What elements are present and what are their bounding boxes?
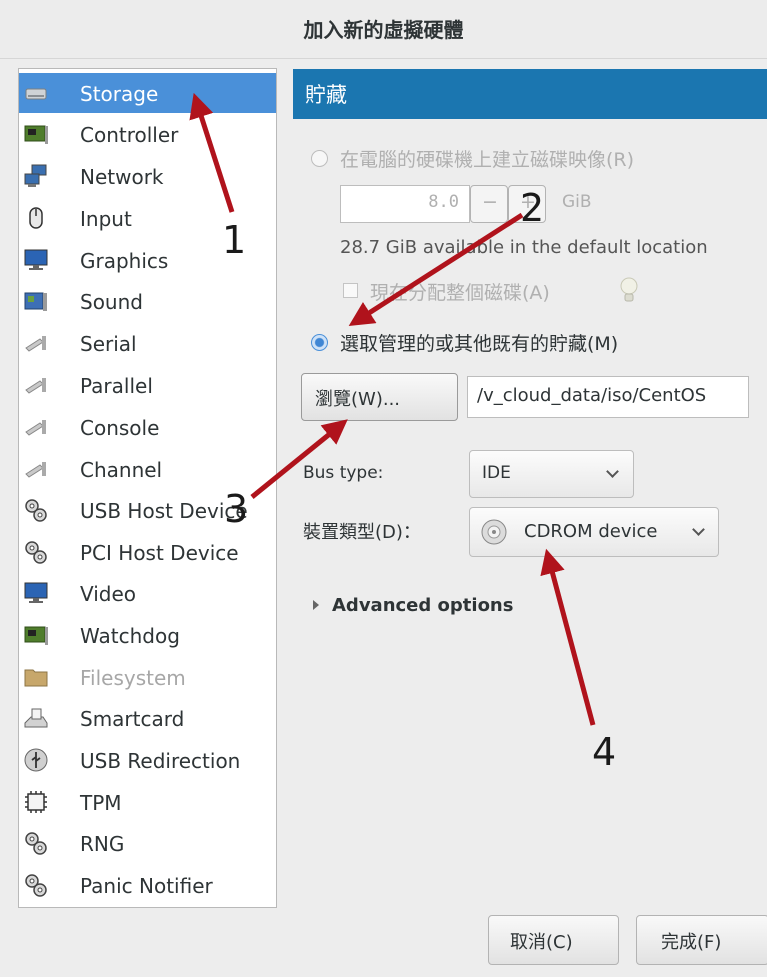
gears-icon [25, 874, 47, 897]
sidebar-item-label: Watchdog [80, 624, 180, 648]
console-plug-icon [25, 420, 46, 436]
controller-card-icon [24, 125, 48, 144]
sidebar-item-label: Serial [80, 332, 137, 356]
sidebar-item-label: USB Host Device [80, 499, 248, 523]
annotation-number-3: 3 [224, 487, 249, 531]
bus-type-select[interactable]: IDE [469, 450, 634, 498]
allocate-label: 現在分配整個磁碟(A) [370, 282, 550, 304]
sidebar-item-sound[interactable]: Sound [19, 281, 276, 321]
channel-plug-icon [25, 462, 46, 478]
usb-icon [24, 748, 48, 772]
available-space-text: 28.7 GiB available in the default locati… [340, 237, 708, 258]
section-title: 貯藏 [305, 83, 347, 107]
disk-size-unit: GiB [562, 192, 592, 212]
monitor-icon [24, 249, 48, 270]
decrease-size-button[interactable]: − [470, 185, 508, 223]
sidebar-item-channel[interactable]: Channel [19, 449, 276, 489]
lightbulb-icon [620, 277, 638, 302]
select-storage-label: 選取管理的或其他既有的貯藏(M) [340, 333, 619, 355]
sidebar-item-parallel[interactable]: Parallel [19, 365, 276, 405]
sound-card-icon [24, 292, 47, 311]
sidebar-item-panic-notifier[interactable]: Panic Notifier [19, 865, 276, 905]
cancel-label: 取消(C) [510, 932, 573, 953]
gears-icon [25, 499, 47, 522]
annotation-number-2: 2 [520, 186, 545, 230]
advanced-options-expander[interactable]: Advanced options [332, 595, 513, 616]
sidebar-item-tpm[interactable]: TPM [19, 782, 276, 822]
storage-path-input[interactable]: /v_cloud_data/iso/CentOS [467, 376, 749, 418]
hard-disk-icon [25, 88, 47, 100]
sidebar-item-label: Input [80, 207, 132, 231]
sidebar-item-usb-redirection[interactable]: USB Redirection [19, 740, 276, 780]
sidebar-item-label: USB Redirection [80, 749, 241, 773]
bus-type-label: Bus type: [303, 463, 384, 483]
sidebar-item-label: Storage [80, 82, 159, 106]
window-title: 加入新的虛擬硬體 [303, 18, 464, 42]
sidebar-item-filesystem[interactable]: Filesystem [19, 657, 276, 697]
sidebar-item-serial[interactable]: Serial [19, 323, 276, 363]
finish-label: 完成(F) [661, 932, 722, 953]
gears-icon [25, 541, 47, 564]
finish-button[interactable]: 完成(F) [636, 915, 767, 965]
chip-icon [25, 791, 47, 813]
annotation-number-4: 4 [592, 730, 617, 774]
sidebar-item-label: Sound [80, 290, 143, 314]
folder-icon [24, 669, 48, 687]
network-computers-icon [24, 164, 47, 187]
disk-size-value: 8.0 [428, 192, 459, 212]
controller-card-icon [24, 626, 48, 645]
title-bar: 加入新的虛擬硬體 [0, 0, 767, 59]
sidebar-item-label: Channel [80, 458, 163, 482]
gears-icon [25, 832, 47, 855]
sidebar-item-storage[interactable]: Storage [19, 73, 276, 113]
minus-icon: − [482, 191, 498, 213]
allocate-checkbox[interactable] [343, 283, 358, 298]
cancel-button[interactable]: 取消(C) [488, 915, 619, 965]
sidebar-item-label: Parallel [80, 374, 153, 398]
device-type-value: CDROM device [524, 521, 658, 542]
device-type-select[interactable]: CDROM device [469, 507, 719, 557]
sidebar-item-rng[interactable]: RNG [19, 823, 276, 863]
sidebar-item-label: Filesystem [80, 666, 186, 690]
sidebar-item-label: PCI Host Device [80, 541, 239, 565]
sidebar-item-label: Controller [80, 123, 179, 147]
storage-path-value: /v_cloud_data/iso/CentOS [477, 385, 707, 406]
chevron-down-icon [606, 465, 619, 478]
parallel-plug-icon [25, 378, 46, 394]
monitor-icon [24, 582, 48, 603]
chevron-down-icon [692, 523, 705, 536]
disk-size-input[interactable]: 8.0 [340, 185, 470, 223]
sidebar-item-controller[interactable]: Controller [19, 114, 276, 154]
sidebar-item-console[interactable]: Console [19, 407, 276, 447]
sidebar-item-label: Video [80, 582, 137, 606]
browse-label: 瀏覽(W)... [315, 389, 401, 410]
sidebar-item-label: Panic Notifier [80, 874, 213, 898]
bus-type-value: IDE [482, 463, 511, 483]
sidebar-item-pci-host-device[interactable]: PCI Host Device [19, 532, 276, 572]
sidebar-item-smartcard[interactable]: Smartcard [19, 698, 276, 738]
annotation-arrow-4 [540, 548, 596, 726]
section-header: 貯藏 [293, 69, 767, 119]
sidebar-item-label: Graphics [80, 249, 169, 273]
mouse-icon [29, 207, 43, 229]
sidebar-item-label: RNG [80, 832, 125, 856]
sidebar-item-watchdog[interactable]: Watchdog [19, 615, 276, 655]
sidebar-item-label: Console [80, 416, 160, 440]
select-storage-radio[interactable] [311, 334, 328, 351]
create-disk-label: 在電腦的硬碟機上建立磁碟映像(R) [340, 149, 635, 171]
serial-plug-icon [25, 336, 46, 352]
annotation-number-1: 1 [222, 218, 247, 262]
create-disk-radio[interactable] [311, 150, 328, 167]
sidebar-item-label: Smartcard [80, 707, 185, 731]
annotation-arrow-2 [348, 212, 524, 327]
sidebar-item-video[interactable]: Video [19, 573, 276, 613]
device-type-label: 裝置類型(D)： [303, 522, 421, 543]
sidebar-item-label: Network [80, 165, 164, 189]
cdrom-icon [481, 519, 507, 545]
sidebar-item-label: TPM [80, 791, 122, 815]
browse-button[interactable]: 瀏覽(W)... [301, 373, 458, 421]
expander-arrow-icon [313, 600, 319, 610]
smartcard-reader-icon [24, 708, 48, 728]
sidebar-item-network[interactable]: Network [19, 156, 276, 196]
